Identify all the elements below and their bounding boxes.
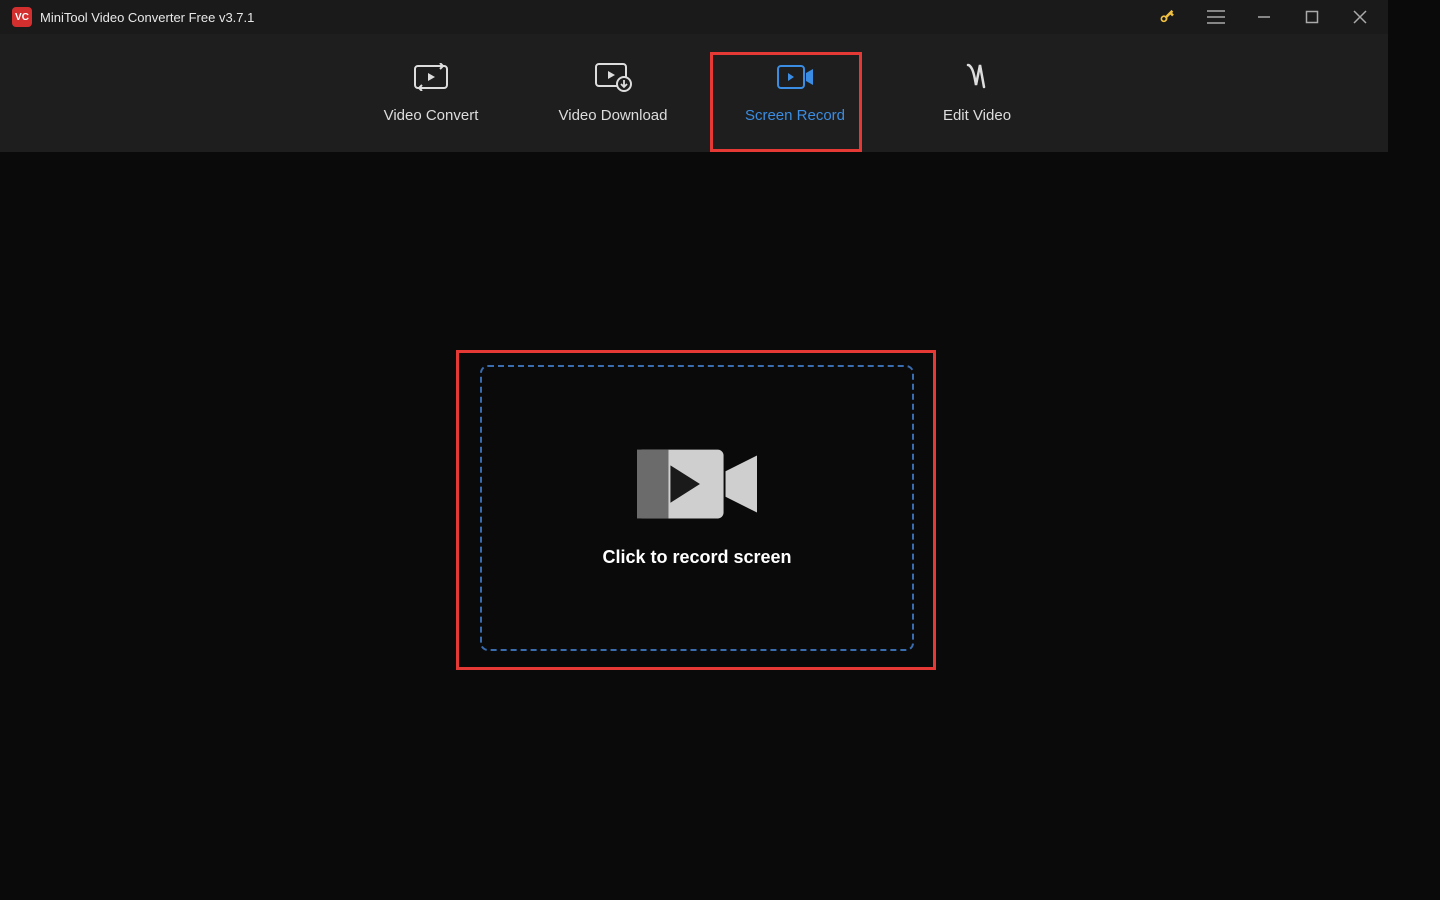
main-content: Click to record screen [0, 152, 1388, 868]
minimize-button[interactable] [1254, 7, 1274, 27]
record-icon [775, 63, 815, 91]
hamburger-menu-icon[interactable] [1206, 7, 1226, 27]
nav-label: Edit Video [943, 107, 1011, 124]
convert-icon [411, 63, 451, 91]
nav-label: Video Download [559, 107, 668, 124]
app-title: MiniTool Video Converter Free v3.7.1 [40, 10, 254, 25]
titlebar: VC MiniTool Video Converter Free v3.7.1 [0, 0, 1388, 34]
nav-label: Video Convert [384, 107, 479, 124]
record-prompt-text: Click to record screen [602, 547, 791, 568]
edit-icon [957, 63, 997, 91]
app-window: VC MiniTool Video Converter Free v3.7.1 [0, 0, 1388, 868]
close-button[interactable] [1350, 7, 1370, 27]
app-logo-icon: VC [12, 7, 32, 27]
record-drop-zone[interactable]: Click to record screen [480, 365, 914, 651]
download-icon [593, 63, 633, 91]
nav-screen-record[interactable]: Screen Record [704, 34, 886, 152]
nav-edit-video[interactable]: Edit Video [886, 34, 1068, 152]
key-icon[interactable] [1158, 7, 1178, 27]
nav-video-download[interactable]: Video Download [522, 34, 704, 152]
maximize-button[interactable] [1302, 7, 1322, 27]
nav-label: Screen Record [745, 107, 845, 124]
camera-icon [637, 449, 757, 521]
main-nav: Video Convert Video Download [0, 34, 1388, 152]
nav-video-convert[interactable]: Video Convert [340, 34, 522, 152]
titlebar-controls [1158, 7, 1376, 27]
